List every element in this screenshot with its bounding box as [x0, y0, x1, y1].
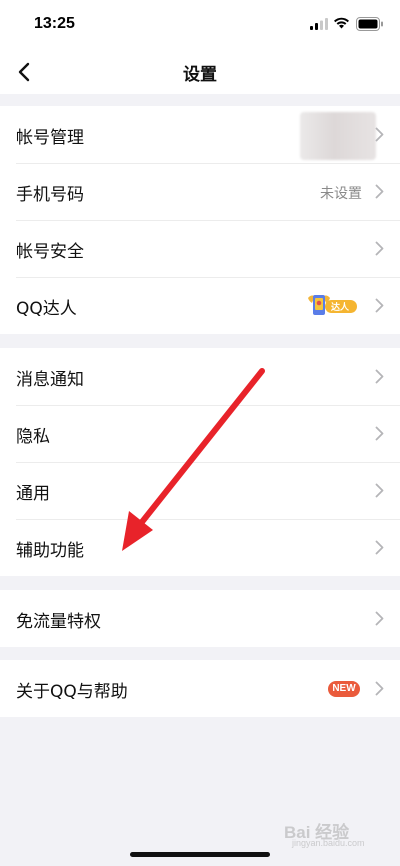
settings-item-notifications[interactable]: 消息通知 — [0, 348, 400, 405]
settings-item-phone-number[interactable]: 手机号码 未设置 — [0, 163, 400, 220]
settings-item-label: 通用 — [16, 484, 50, 504]
home-indicator — [130, 852, 270, 857]
phone-number-value: 未设置 — [320, 186, 362, 202]
chevron-right-icon — [375, 241, 384, 256]
settings-item-label: 免流量特权 — [16, 612, 101, 632]
settings-item-label: 消息通知 — [16, 370, 84, 390]
settings-item-label: QQ达人 — [16, 299, 77, 319]
chevron-right-icon — [375, 681, 384, 696]
settings-item-account-management[interactable]: 帐号管理 — [0, 106, 400, 163]
new-badge: NEW — [328, 681, 360, 697]
settings-item-label: 帐号管理 — [16, 128, 84, 148]
settings-item-label: 手机号码 — [16, 185, 84, 205]
chevron-right-icon — [375, 298, 384, 313]
settings-item-free-data-privilege[interactable]: 免流量特权 — [0, 590, 400, 647]
wifi-icon — [334, 17, 349, 29]
settings-group-general: 消息通知 隐私 通用 辅助功能 — [0, 348, 400, 576]
settings-group-data: 免流量特权 — [0, 590, 400, 647]
status-bar: 13:25 — [0, 0, 400, 50]
settings-group-about: 关于QQ与帮助 NEW — [0, 660, 400, 717]
chevron-right-icon — [375, 483, 384, 498]
status-time: 13:25 — [34, 15, 75, 32]
daren-badge-text: 达人 — [331, 301, 350, 313]
chevron-right-icon — [375, 426, 384, 441]
cellular-signal-icon — [310, 18, 328, 30]
qq-daren-badge-icon: 达人 — [308, 295, 357, 315]
settings-item-label: 辅助功能 — [16, 541, 84, 561]
settings-item-privacy[interactable]: 隐私 — [0, 405, 400, 462]
chevron-right-icon — [375, 127, 384, 142]
settings-item-label: 隐私 — [16, 427, 50, 447]
settings-item-about-qq-help[interactable]: 关于QQ与帮助 NEW — [0, 660, 400, 717]
page-title: 设置 — [183, 65, 217, 85]
chevron-right-icon — [375, 540, 384, 555]
settings-item-label: 帐号安全 — [16, 242, 84, 262]
settings-item-accessibility[interactable]: 辅助功能 — [0, 519, 400, 576]
chevron-right-icon — [375, 611, 384, 626]
battery-icon — [356, 17, 383, 31]
chevron-right-icon — [375, 369, 384, 384]
baidu-watermark-url: jingyan.baidu.com — [292, 838, 365, 848]
settings-item-qq-daren[interactable]: QQ达人 达人 — [0, 277, 400, 334]
settings-item-general[interactable]: 通用 — [0, 462, 400, 519]
settings-group-account: 帐号管理 手机号码 未设置 帐号安全 QQ达人 达人 — [0, 106, 400, 334]
settings-item-account-security[interactable]: 帐号安全 — [0, 220, 400, 277]
chevron-right-icon — [375, 184, 384, 199]
navigation-bar: 设置 — [0, 50, 400, 94]
avatar — [300, 112, 376, 160]
settings-item-label: 关于QQ与帮助 — [16, 682, 128, 702]
